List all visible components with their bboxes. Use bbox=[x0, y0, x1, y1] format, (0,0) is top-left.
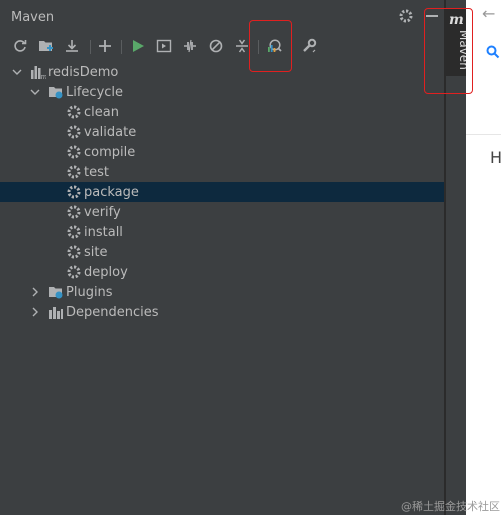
tree-node-plugins[interactable]: Plugins bbox=[0, 282, 444, 302]
maven-project-icon: m bbox=[31, 66, 47, 80]
gear-icon bbox=[67, 145, 81, 159]
reload-icon[interactable] bbox=[11, 37, 29, 55]
goal-label: test bbox=[84, 165, 109, 180]
lifecycle-goal-deploy[interactable]: deploy bbox=[0, 262, 444, 282]
lifecycle-goal-validate[interactable]: validate bbox=[0, 122, 444, 142]
chevron-down-icon[interactable] bbox=[30, 87, 40, 97]
lifecycle-label: Lifecycle bbox=[66, 85, 124, 100]
dependencies-label: Dependencies bbox=[66, 305, 159, 320]
tree-node-lifecycle[interactable]: Lifecycle bbox=[0, 82, 444, 102]
watermark: @稀土掘金技术社区 bbox=[401, 500, 500, 513]
add-icon[interactable] bbox=[96, 37, 114, 55]
toolbar-separator bbox=[90, 40, 91, 54]
plugins-folder-icon bbox=[49, 287, 63, 299]
build-tool-settings-icon[interactable] bbox=[300, 37, 318, 55]
gear-icon bbox=[67, 165, 81, 179]
gear-icon[interactable] bbox=[398, 8, 414, 24]
tree-node-project[interactable]: m redisDemo bbox=[0, 62, 444, 82]
highlight-maven-tab bbox=[424, 8, 473, 94]
project-name: redisDemo bbox=[48, 65, 119, 80]
lifecycle-goal-compile[interactable]: compile bbox=[0, 142, 444, 162]
lifecycle-goal-clean[interactable]: clean bbox=[0, 102, 444, 122]
chevron-right-icon[interactable] bbox=[30, 307, 40, 317]
lifecycle-goal-package[interactable]: package bbox=[0, 182, 444, 202]
goal-label: validate bbox=[84, 125, 137, 140]
gear-icon bbox=[67, 225, 81, 239]
goal-label: package bbox=[84, 185, 139, 200]
plugins-label: Plugins bbox=[66, 285, 113, 300]
maven-tool-window: Maven redisDemo Lifecycle clean validate… bbox=[0, 0, 444, 515]
lifecycle-goal-site[interactable]: site bbox=[0, 242, 444, 262]
lifecycle-goal-install[interactable]: install bbox=[0, 222, 444, 242]
download-icon[interactable] bbox=[63, 37, 81, 55]
goal-label: install bbox=[84, 225, 123, 240]
editor-heading: H bbox=[490, 148, 501, 167]
editor-divider bbox=[466, 134, 501, 135]
lifecycle-folder-icon bbox=[49, 87, 63, 99]
goal-label: site bbox=[84, 245, 108, 260]
toolbar-separator bbox=[121, 40, 122, 54]
skip-tests-icon[interactable] bbox=[207, 37, 225, 55]
gear-icon bbox=[67, 185, 81, 199]
run-config-icon[interactable] bbox=[155, 37, 173, 55]
lifecycle-goal-verify[interactable]: verify bbox=[0, 202, 444, 222]
lifecycle-goal-test[interactable]: test bbox=[0, 162, 444, 182]
tool-window-title: Maven bbox=[11, 10, 55, 25]
dependencies-icon bbox=[49, 307, 63, 319]
gear-icon bbox=[67, 105, 81, 119]
goal-label: deploy bbox=[84, 265, 128, 280]
chevron-down-icon[interactable] bbox=[12, 67, 22, 77]
gear-icon bbox=[67, 265, 81, 279]
tree-node-dependencies[interactable]: Dependencies bbox=[0, 302, 444, 322]
goal-label: compile bbox=[84, 145, 136, 160]
search-icon[interactable] bbox=[486, 44, 500, 63]
maven-toolbar bbox=[0, 33, 444, 60]
gear-icon bbox=[67, 205, 81, 219]
back-arrow-icon[interactable]: ← bbox=[482, 4, 495, 23]
gear-icon bbox=[67, 245, 81, 259]
add-folder-icon[interactable] bbox=[37, 37, 55, 55]
gear-icon bbox=[67, 125, 81, 139]
chevron-right-icon[interactable] bbox=[30, 287, 40, 297]
svg-text:m: m bbox=[41, 73, 47, 80]
goal-label: clean bbox=[84, 105, 119, 120]
goal-label: verify bbox=[84, 205, 121, 220]
highlight-analyze-button bbox=[249, 20, 292, 72]
toggle-offline-icon[interactable] bbox=[181, 37, 199, 55]
run-icon[interactable] bbox=[129, 37, 147, 55]
tool-window-header: Maven bbox=[0, 0, 444, 33]
